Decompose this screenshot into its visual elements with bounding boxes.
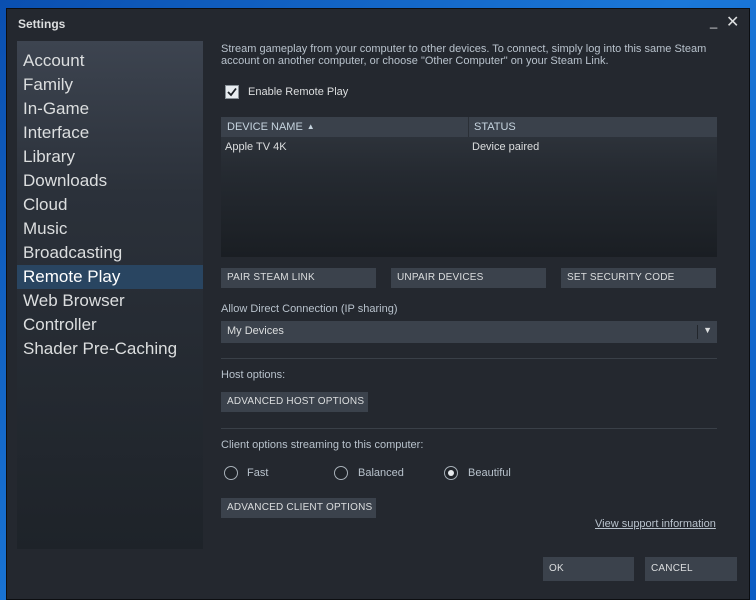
sort-ascending-icon: ▲ (306, 122, 315, 131)
table-row[interactable]: Apple TV 4K Device paired (221, 137, 717, 155)
ok-button[interactable]: OK (543, 557, 634, 581)
view-support-information-link[interactable]: View support information (595, 518, 716, 530)
settings-sidebar: Account Family In-Game Interface Library… (17, 41, 203, 549)
sidebar-item-remote-play[interactable]: Remote Play (17, 265, 203, 289)
advanced-host-options-button[interactable]: ADVANCED HOST OPTIONS (221, 392, 368, 412)
device-name-cell: Apple TV 4K (225, 141, 287, 153)
sidebar-item-shader-pre-caching[interactable]: Shader Pre-Caching (17, 337, 203, 361)
window-title: Settings (18, 17, 66, 31)
device-status-cell: Device paired (472, 141, 540, 153)
set-security-code-button[interactable]: SET SECURITY CODE (561, 268, 716, 288)
remote-play-description: Stream gameplay from your computer to ot… (221, 43, 717, 67)
close-icon[interactable]: ✕ (726, 12, 739, 32)
dropdown-separator (697, 325, 698, 339)
device-table-header: DEVICE NAME ▲ STATUS (221, 117, 717, 137)
cancel-button[interactable]: CANCEL (645, 557, 737, 581)
radio-balanced[interactable] (334, 466, 348, 480)
sidebar-item-web-browser[interactable]: Web Browser (17, 289, 203, 313)
sidebar-item-account[interactable]: Account (17, 49, 203, 73)
pair-steam-link-button[interactable]: PAIR STEAM LINK (221, 268, 376, 288)
radio-fast[interactable] (224, 466, 238, 480)
column-header-status[interactable]: STATUS (474, 121, 516, 133)
sidebar-item-broadcasting[interactable]: Broadcasting (17, 241, 203, 265)
host-options-label: Host options: (221, 369, 286, 381)
radio-label-fast[interactable]: Fast (247, 467, 268, 479)
sidebar-item-cloud[interactable]: Cloud (17, 193, 203, 217)
radio-label-beautiful[interactable]: Beautiful (468, 467, 511, 479)
chevron-down-icon: ▼ (703, 325, 712, 335)
sidebar-item-music[interactable]: Music (17, 217, 203, 241)
settings-window: Settings _ ✕ Account Family In-Game Inte… (6, 8, 750, 600)
description-line-2: account on another computer, or choose "… (221, 55, 609, 67)
column-header-device-name[interactable]: DEVICE NAME ▲ (227, 121, 315, 133)
advanced-client-options-button[interactable]: ADVANCED CLIENT OPTIONS (221, 498, 376, 518)
direct-connection-label: Allow Direct Connection (IP sharing) (221, 303, 398, 315)
sidebar-item-library[interactable]: Library (17, 145, 203, 169)
sidebar-nav: Account Family In-Game Interface Library… (17, 49, 203, 361)
client-options-label: Client options streaming to this compute… (221, 439, 424, 451)
column-header-device-name-label: DEVICE NAME (227, 121, 303, 133)
sidebar-item-downloads[interactable]: Downloads (17, 169, 203, 193)
checkmark-icon (227, 87, 237, 97)
radio-label-balanced[interactable]: Balanced (358, 467, 404, 479)
device-table: DEVICE NAME ▲ STATUS Apple TV 4K Device p… (221, 117, 717, 257)
title-bar: Settings _ ✕ (7, 9, 749, 39)
section-divider (221, 358, 717, 359)
sidebar-item-in-game[interactable]: In-Game (17, 97, 203, 121)
unpair-devices-button[interactable]: UNPAIR DEVICES (391, 268, 546, 288)
enable-remote-play-label[interactable]: Enable Remote Play (248, 86, 348, 98)
radio-beautiful[interactable] (444, 466, 458, 480)
remote-play-panel: Stream gameplay from your computer to ot… (221, 41, 717, 549)
sidebar-item-controller[interactable]: Controller (17, 313, 203, 337)
direct-connection-dropdown[interactable]: My Devices ▼ (221, 321, 717, 343)
dropdown-selected-value: My Devices (227, 325, 284, 337)
sidebar-item-interface[interactable]: Interface (17, 121, 203, 145)
column-divider (468, 117, 469, 137)
description-line-1: Stream gameplay from your computer to ot… (221, 43, 707, 55)
minimize-icon[interactable]: _ (710, 14, 717, 29)
enable-remote-play-checkbox[interactable] (225, 85, 239, 99)
sidebar-item-family[interactable]: Family (17, 73, 203, 97)
section-divider (221, 428, 717, 429)
